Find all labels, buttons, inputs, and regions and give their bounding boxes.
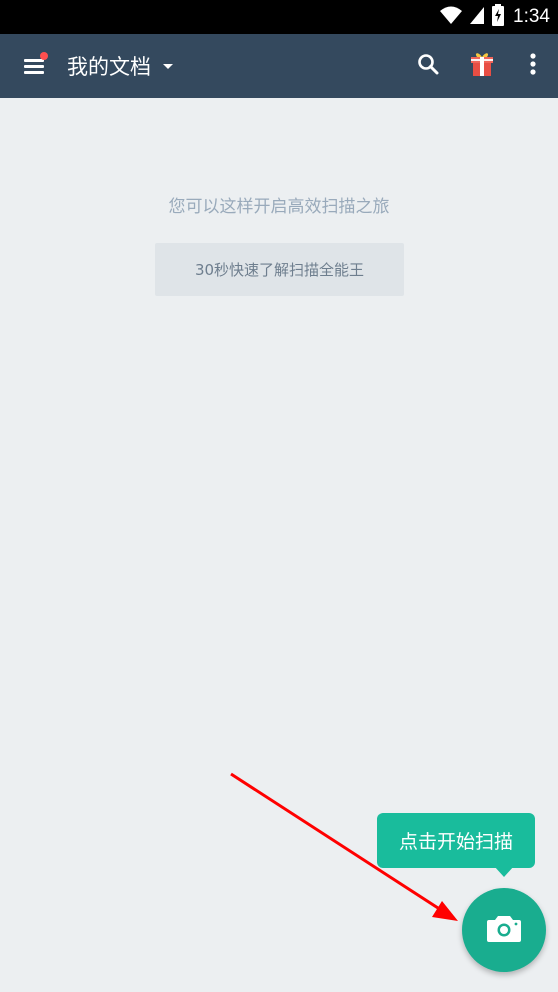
more-vert-icon	[530, 53, 536, 79]
empty-state-hint: 您可以这样开启高效扫描之旅	[168, 197, 390, 217]
app-bar: 我的文档	[0, 34, 558, 98]
search-icon	[417, 53, 439, 79]
search-button[interactable]	[408, 46, 448, 86]
page-title: 我的文档	[67, 55, 151, 79]
folder-selector[interactable]: 我的文档	[67, 49, 173, 83]
wifi-icon	[439, 5, 463, 29]
status-time: 1:34	[513, 6, 550, 27]
notification-dot	[40, 52, 48, 60]
chevron-down-icon	[163, 63, 173, 69]
camera-scan-button[interactable]	[462, 888, 546, 972]
gift-button[interactable]	[462, 46, 502, 86]
quick-guide-button[interactable]: 30秒快速了解扫描全能王	[155, 243, 404, 296]
signal-icon	[469, 5, 485, 29]
menu-button[interactable]	[14, 46, 54, 86]
camera-icon	[486, 913, 522, 947]
status-bar: 1:34	[0, 0, 558, 34]
scan-tooltip: 点击开始扫描	[377, 813, 535, 868]
gift-icon	[470, 51, 494, 81]
more-options-button[interactable]	[513, 46, 553, 86]
battery-charging-icon	[491, 4, 505, 30]
tooltip-tail	[494, 866, 514, 877]
status-icons: 1:34	[439, 4, 550, 30]
